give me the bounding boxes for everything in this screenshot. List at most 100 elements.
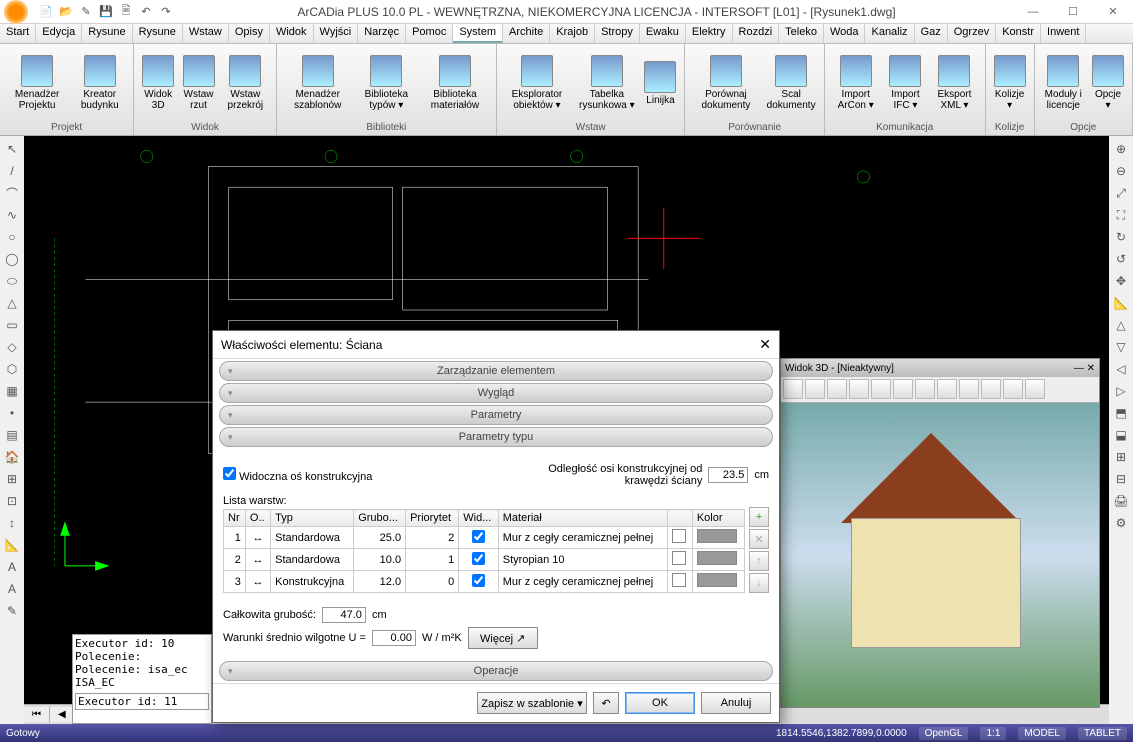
tool-icon[interactable]: ⤢ [1111,184,1131,202]
left-toolbar[interactable]: ↖/⌒∿○◯⬭△▭◇⬡▦•▤🏠⊞⊡↕📐AA✎ [0,136,24,724]
tool-icon[interactable]: ⬓ [1111,426,1131,444]
ribbon-modu-y-i-licencje[interactable]: Moduły i licencje [1041,53,1086,113]
tool-icon[interactable]: A [2,558,22,576]
tool-icon[interactable]: ⚙ [1111,514,1131,532]
menu-edycja[interactable]: Edycja [36,24,82,43]
menu-ogrzev[interactable]: Ogrzev [948,24,996,43]
menu-rysune[interactable]: Rysune [82,24,132,43]
tool-icon[interactable]: ⌒ [2,184,22,202]
tb-icon[interactable] [827,379,847,399]
ribbon-eksport-xml-[interactable]: Eksport XML ▾ [930,53,978,113]
ribbon-biblioteka-typ-w-[interactable]: Biblioteka typów ▾ [357,53,417,113]
layer-side-btn[interactable]: ↓ [749,573,769,593]
tool-icon[interactable]: ⊟ [1111,470,1131,488]
offset-input[interactable] [708,467,748,483]
menu-elektry[interactable]: Elektry [686,24,733,43]
ribbon-eksplorator-obiekt-w-[interactable]: Eksplorator obiektów ▾ [503,53,571,113]
qat-save-icon[interactable]: 💾 [98,4,114,20]
section-parameters[interactable]: Parametry [219,405,773,425]
layer-side-btn[interactable]: ✕ [749,529,769,549]
tool-icon[interactable]: ▦ [2,382,22,400]
ribbon-wstaw-przekr-j[interactable]: Wstaw przekrój [221,53,270,113]
tool-icon[interactable]: ⬭ [2,272,22,290]
ok-button[interactable]: OK [625,692,695,714]
menu-archite[interactable]: Archite [503,24,550,43]
qat-saveall-icon[interactable]: 🗎 [118,4,134,20]
tool-icon[interactable]: ⊞ [2,470,22,488]
menu-start[interactable]: Start [0,24,36,43]
menu-wstaw[interactable]: Wstaw [183,24,229,43]
tool-icon[interactable]: ⛶ [1111,206,1131,224]
menu-gaz[interactable]: Gaz [915,24,948,43]
tool-icon[interactable]: ⊡ [2,492,22,510]
ribbon-linijka[interactable]: Linijka [642,59,678,108]
tool-icon[interactable]: ∿ [2,206,22,224]
tool-icon[interactable]: ↻ [1111,228,1131,246]
menubar[interactable]: StartEdycjaRysuneRysuneWstawOpisyWidokWy… [0,24,1133,44]
tool-icon[interactable]: • [2,404,22,422]
tool-icon[interactable]: ⬒ [1111,404,1131,422]
tool-icon[interactable]: ○ [2,228,22,246]
ribbon-scal-dokumenty[interactable]: Scal dokumenty [764,53,817,113]
qat-undo-icon[interactable]: ↶ [138,4,154,20]
cancel-button[interactable]: Anuluj [701,692,771,714]
menu-ewaku[interactable]: Ewaku [640,24,686,43]
menu-system[interactable]: System [453,24,503,43]
tb-icon[interactable] [871,379,891,399]
tb-icon[interactable] [937,379,957,399]
minimize-button[interactable]: — [1013,0,1053,24]
command-window[interactable]: Executor id: 10 Polecenie: Polecenie: is… [72,634,212,724]
tb-icon[interactable] [805,379,825,399]
view3d-toolbar[interactable] [781,377,1099,403]
tool-icon[interactable]: △ [2,294,22,312]
tb-icon[interactable] [959,379,979,399]
tool-icon[interactable]: ↖ [2,140,22,158]
menu-stropy[interactable]: Stropy [595,24,640,43]
tb-icon[interactable] [893,379,913,399]
tool-icon[interactable]: ✥ [1111,272,1131,290]
tool-icon[interactable]: 🖨 [1111,492,1131,510]
qat-redo-icon[interactable]: ↷ [158,4,174,20]
tb-icon[interactable] [849,379,869,399]
menu-krajob[interactable]: Krajob [550,24,595,43]
qat-edit-icon[interactable]: ✎ [78,4,94,20]
tool-icon[interactable]: 📐 [2,536,22,554]
section-operations[interactable]: Operacje [219,661,773,681]
ribbon-tabelka-rysunkowa-[interactable]: Tabelka rysunkowa ▾ [575,53,638,113]
status-seg[interactable]: OpenGL [919,727,969,740]
tb-icon[interactable] [915,379,935,399]
tool-icon[interactable]: 🏠 [2,448,22,466]
tool-icon[interactable]: ▽ [1111,338,1131,356]
tool-icon[interactable]: ⊞ [1111,448,1131,466]
layer-side-btn[interactable]: + [749,507,769,527]
tool-icon[interactable]: A [2,580,22,598]
command-input[interactable] [75,693,209,710]
panel-min-icon[interactable]: — [1074,363,1084,374]
more-button[interactable]: Więcej ↗ [468,627,538,649]
dialog-close-button[interactable]: ✕ [759,336,771,353]
ribbon-menad-er-projektu[interactable]: Menadżer Projektu [6,53,68,113]
tool-icon[interactable]: ▷ [1111,382,1131,400]
menu-inwent[interactable]: Inwent [1041,24,1086,43]
section-manage[interactable]: Zarządzanie elementem [219,361,773,381]
section-type-params[interactable]: Parametry typu [219,427,773,447]
tab-nav[interactable]: ◀ [50,707,75,722]
ribbon-import-ifc-[interactable]: Import IFC ▾ [885,53,927,113]
right-toolbar[interactable]: ⊕⊖⤢⛶↻↺✥📐△▽◁▷⬒⬓⊞⊟🖨⚙ [1109,136,1133,724]
tool-icon[interactable]: ◇ [2,338,22,356]
menu-kanaliz[interactable]: Kanaliz [865,24,914,43]
save-template-button[interactable]: Zapisz w szablonie ▾ [477,692,587,714]
menu-narzęc[interactable]: Narzęc [358,24,406,43]
layer-side-btn[interactable]: ↑ [749,551,769,571]
menu-konstr[interactable]: Konstr [996,24,1041,43]
tool-icon[interactable]: ↕ [2,514,22,532]
menu-widok[interactable]: Widok [270,24,314,43]
tool-icon[interactable]: 📐 [1111,294,1131,312]
table-row[interactable]: 1↔Standardowa25.02Mur z cegły ceramiczne… [224,527,745,549]
menu-rysune[interactable]: Rysune [133,24,183,43]
tb-icon[interactable] [981,379,1001,399]
tool-icon[interactable]: ◁ [1111,360,1131,378]
status-seg[interactable]: MODEL [1018,727,1066,740]
close-button[interactable]: ✕ [1093,0,1133,24]
panel-close-icon[interactable]: ✕ [1087,363,1095,374]
